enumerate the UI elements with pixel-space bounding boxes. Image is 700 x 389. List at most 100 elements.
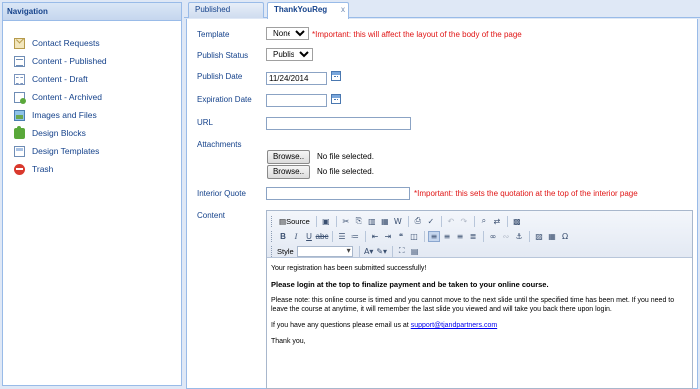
- nav-item-label: Content - Published: [32, 56, 107, 66]
- indent-icon[interactable]: ⇥: [382, 231, 394, 242]
- toolbar-separator: [391, 245, 393, 257]
- document-icon: [14, 55, 25, 67]
- expiration-date-label: Expiration Date: [197, 95, 252, 104]
- spellcheck-icon[interactable]: ✓: [425, 216, 437, 227]
- strikethrough-button[interactable]: abc: [316, 231, 329, 242]
- background-color-icon[interactable]: ✎▾: [376, 246, 388, 257]
- align-right-icon[interactable]: ≡: [454, 231, 466, 242]
- tab-published[interactable]: Published: [188, 2, 264, 18]
- toolbar-grip: [271, 245, 274, 257]
- publish-status-select[interactable]: Publish: [266, 48, 313, 61]
- toolbar-separator: [335, 215, 337, 227]
- toolbar-separator: [424, 230, 425, 242]
- align-left-icon[interactable]: ≡: [428, 230, 440, 242]
- nav-item-trash[interactable]: Trash: [3, 160, 181, 178]
- publish-date-label: Publish Date: [197, 72, 243, 81]
- select-all-icon[interactable]: ▩: [511, 216, 523, 227]
- italic-button[interactable]: I: [290, 231, 302, 242]
- bold-button[interactable]: B: [277, 231, 289, 242]
- publish-date-calendar-icon[interactable]: [331, 71, 341, 81]
- editor-content-area[interactable]: Your registration has been submitted suc…: [271, 264, 689, 353]
- nav-item-images-and-files[interactable]: Images and Files: [3, 106, 181, 124]
- content-label: Content: [197, 211, 226, 220]
- nav-item-label: Trash: [32, 164, 54, 174]
- toolbar-separator: [506, 215, 508, 227]
- draft-document-icon: [14, 73, 25, 85]
- tab-thankyoureg[interactable]: ThankYouReg x: [267, 2, 349, 19]
- template-important-note: *Important: this will affect the layout …: [312, 30, 522, 39]
- nav-item-label: Design Templates: [32, 146, 100, 156]
- special-character-icon[interactable]: Ω: [559, 231, 571, 242]
- support-email-link[interactable]: support@tjandpartners.com: [411, 322, 497, 329]
- editor-paragraph-1: Your registration has been submitted suc…: [271, 265, 427, 272]
- tab-label: ThankYouReg: [274, 5, 328, 14]
- maximize-icon[interactable]: ⛶: [396, 246, 408, 257]
- justify-icon[interactable]: ≣: [467, 231, 479, 242]
- paste-icon[interactable]: ▥: [366, 216, 378, 227]
- interior-quote-input[interactable]: [266, 187, 410, 200]
- editor-paragraph-4-text: If you have any questions please email u…: [271, 322, 411, 329]
- underline-button[interactable]: U: [303, 231, 315, 242]
- paste-text-icon[interactable]: ▦: [379, 216, 391, 227]
- expiration-date-calendar-icon[interactable]: [331, 94, 341, 104]
- toolbar-separator: [315, 215, 317, 227]
- document-properties-icon[interactable]: ▣: [320, 216, 332, 227]
- browse-button-2[interactable]: Browse..: [267, 165, 310, 179]
- image-icon: [14, 109, 25, 121]
- toolbar-separator: [529, 230, 530, 242]
- attachments-label: Attachments: [197, 140, 242, 149]
- nav-item-design-templates[interactable]: Design Templates: [3, 142, 181, 160]
- nav-item-content-archived[interactable]: Content - Archived: [3, 88, 181, 106]
- nav-item-label: Content - Archived: [32, 92, 102, 102]
- tab-close-icon[interactable]: x: [341, 3, 345, 17]
- source-label: Source: [286, 216, 310, 226]
- table-icon[interactable]: ▦: [546, 231, 558, 242]
- paste-word-icon[interactable]: W: [392, 216, 404, 227]
- link-icon[interactable]: ∞: [487, 231, 499, 242]
- nav-item-contact-requests[interactable]: Contact Requests: [3, 34, 181, 52]
- edit-form-panel: Template None *Important: this will affe…: [186, 19, 698, 389]
- toolbar-row-3: Style A▾ ✎▾ ⛶ ▤: [271, 244, 422, 258]
- blockquote-icon[interactable]: ❝: [395, 231, 407, 242]
- undo-icon[interactable]: ↶: [445, 216, 457, 227]
- trash-icon: [14, 163, 25, 175]
- toolbar-separator: [332, 230, 333, 242]
- copy-icon[interactable]: ⎘: [353, 216, 365, 227]
- anchor-icon[interactable]: ⚓: [513, 231, 525, 242]
- navigation-list: Contact Requests Content - Published Con…: [3, 21, 181, 178]
- navigation-panel: Navigation Contact Requests Content - Pu…: [2, 2, 182, 386]
- nav-item-design-blocks[interactable]: Design Blocks: [3, 124, 181, 142]
- nav-item-content-draft[interactable]: Content - Draft: [3, 70, 181, 88]
- envelope-icon: [14, 37, 25, 49]
- puzzle-icon: [14, 125, 25, 139]
- expiration-date-input[interactable]: [266, 94, 327, 107]
- browse-button-1[interactable]: Browse..: [267, 150, 310, 164]
- find-icon[interactable]: ⌕: [478, 216, 490, 227]
- navigation-header: Navigation: [3, 3, 181, 21]
- show-blocks-icon[interactable]: ▤: [409, 246, 421, 257]
- source-button[interactable]: ▤ Source: [277, 216, 312, 227]
- url-input[interactable]: [266, 117, 411, 130]
- interior-quote-important-note: *Important: this sets the quotation at t…: [414, 189, 638, 198]
- nav-item-content-published[interactable]: Content - Published: [3, 52, 181, 70]
- cut-icon[interactable]: ✂: [340, 216, 352, 227]
- style-dropdown[interactable]: [296, 245, 353, 257]
- outdent-icon[interactable]: ⇤: [369, 231, 381, 242]
- unlink-icon[interactable]: ∾: [500, 231, 512, 242]
- text-color-icon[interactable]: A▾: [363, 246, 375, 257]
- create-div-icon[interactable]: ◫: [408, 231, 420, 242]
- editor-paragraph-3: Please note: this online course is timed…: [271, 297, 675, 313]
- publish-date-input[interactable]: [266, 72, 327, 85]
- bulleted-list-icon[interactable]: ≔: [349, 231, 361, 242]
- toolbar-separator: [473, 215, 475, 227]
- style-combo[interactable]: Style: [277, 245, 353, 257]
- nav-item-label: Content - Draft: [32, 74, 88, 84]
- image-icon[interactable]: ▨: [533, 231, 545, 242]
- print-icon[interactable]: ⎙: [412, 216, 424, 227]
- align-center-icon[interactable]: ≡: [441, 231, 453, 242]
- replace-icon[interactable]: ⇄: [491, 216, 503, 227]
- interior-quote-label: Interior Quote: [197, 189, 246, 198]
- redo-icon[interactable]: ↷: [458, 216, 470, 227]
- template-select[interactable]: None: [266, 27, 309, 40]
- numbered-list-icon[interactable]: ☰: [336, 231, 348, 242]
